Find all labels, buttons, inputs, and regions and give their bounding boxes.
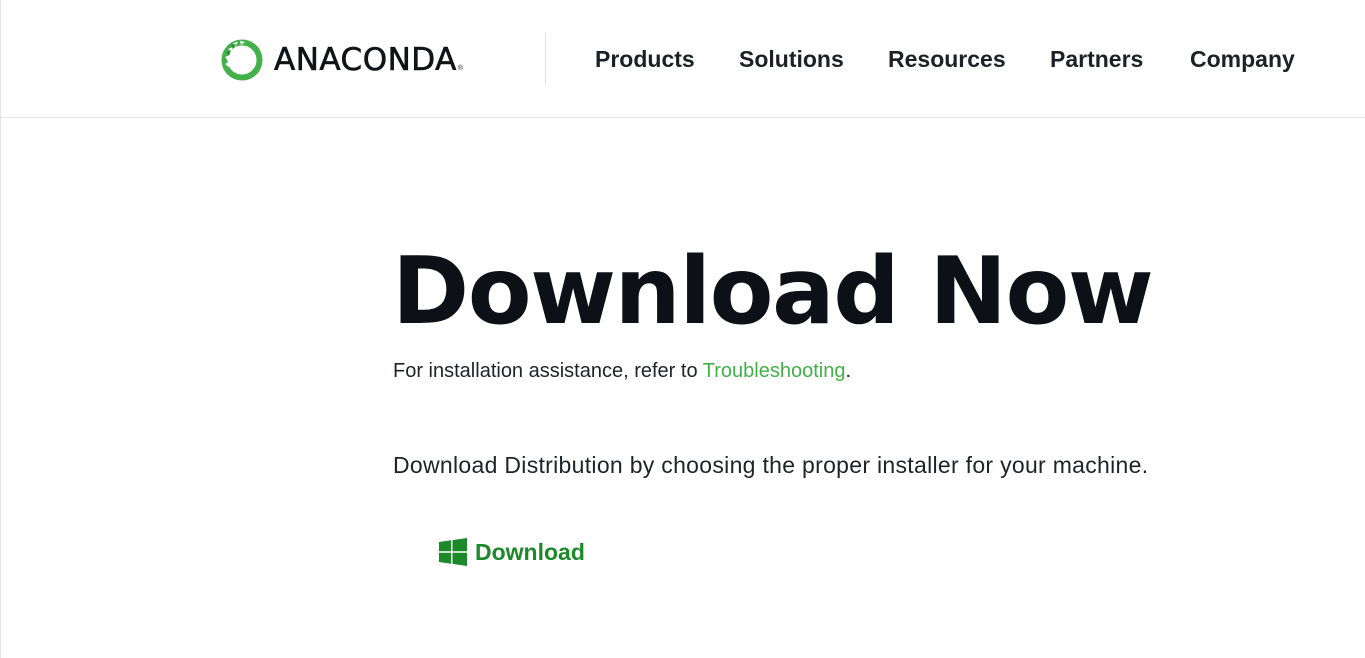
brand-name: ANACONDA	[274, 42, 457, 79]
anaconda-ring-icon	[221, 39, 263, 81]
nav-resources[interactable]: Resources	[888, 44, 1006, 74]
download-label: Download	[475, 539, 585, 565]
page: ANACONDA ® Products Solutions Resources …	[0, 0, 1365, 658]
assist-suffix: .	[845, 360, 852, 382]
nav-partners[interactable]: Partners	[1050, 44, 1143, 74]
nav-solutions[interactable]: Solutions	[739, 44, 844, 74]
site-header: ANACONDA ® Products Solutions Resources …	[1, 0, 1365, 118]
registered-mark: ®	[457, 65, 463, 72]
windows-icon	[439, 538, 467, 566]
page-title: Download Now	[392, 237, 1154, 345]
assist-prefix: For installation assistance, refer to	[393, 360, 703, 382]
nav-company[interactable]: Company	[1190, 44, 1295, 74]
nav-products[interactable]: Products	[595, 44, 695, 74]
troubleshooting-link[interactable]: Troubleshooting	[703, 360, 846, 382]
header-divider	[545, 33, 546, 85]
anaconda-logo[interactable]: ANACONDA ®	[219, 36, 463, 84]
installation-assistance-text: For installation assistance, refer to Tr…	[393, 358, 851, 384]
distribution-instructions: Download Distribution by choosing the pr…	[393, 452, 1149, 478]
download-button[interactable]: Download	[439, 537, 585, 567]
